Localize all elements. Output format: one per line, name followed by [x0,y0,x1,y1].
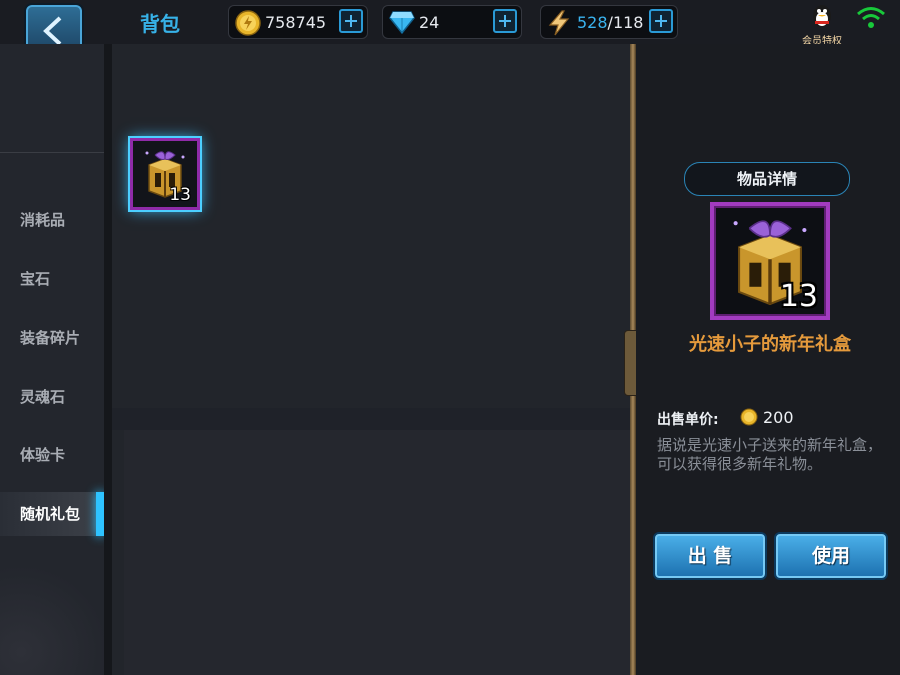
chevron-left-icon [43,16,62,46]
vip-privilege-button[interactable]: 会员特权 [802,2,842,47]
sidebar-ornament [0,560,104,675]
inventory-lower-area [124,430,632,675]
gold-counter: 758745 [228,5,368,39]
inventory-slot[interactable]: 13 [130,138,200,210]
add-energy-button[interactable] [649,9,673,33]
gem-counter: 24 [382,5,522,39]
diamond-icon [389,11,415,34]
page-title: 背包 [140,12,180,36]
add-gem-button[interactable] [493,9,517,33]
sidebar-item-gems[interactable]: 宝石 [0,257,104,301]
gem-value: 24 [419,13,440,32]
item-detail-panel [636,44,900,675]
sidebar-border [104,44,112,675]
sidebar-item-trial-cards[interactable]: 体验卡 [0,433,104,477]
sell-price-label: 出售单价: [657,412,719,428]
sidebar-item-soul-stones[interactable]: 灵魂石 [0,375,104,419]
detail-item-count: 13 [779,279,818,314]
add-gold-button[interactable] [339,9,363,33]
sidebar-item-random-packs[interactable]: 随机礼包 [0,492,104,536]
item-detail-title: 物品详情 [684,162,850,196]
gold-coin-icon [740,408,758,426]
wifi-icon [856,6,886,36]
sidebar-divider [0,152,104,153]
item-name: 光速小子的新年礼盒 [689,334,851,355]
energy-current: 528 [577,13,608,32]
penguin-icon [813,5,831,27]
energy-value: 528/118 [577,13,643,32]
item-count: 13 [169,185,191,205]
sell-button[interactable]: 出 售 [653,532,767,580]
sidebar-item-equipment-fragments[interactable]: 装备碎片 [0,316,104,360]
lightning-icon [548,10,570,36]
gold-value: 758745 [265,13,327,32]
detail-item-icon-frame: 13 [710,202,830,320]
energy-max: /118 [607,13,644,32]
energy-counter: 528/118 [540,5,678,39]
use-button[interactable]: 使用 [774,532,888,580]
item-description: 据说是光速小子送来的新年礼盒，可以获得很多新年礼物。 [657,436,883,473]
sidebar-item-consumables[interactable]: 消耗品 [0,198,104,242]
inventory-separator [112,408,632,430]
gold-coin-icon [235,10,261,36]
sell-price-value: 200 [763,408,794,427]
